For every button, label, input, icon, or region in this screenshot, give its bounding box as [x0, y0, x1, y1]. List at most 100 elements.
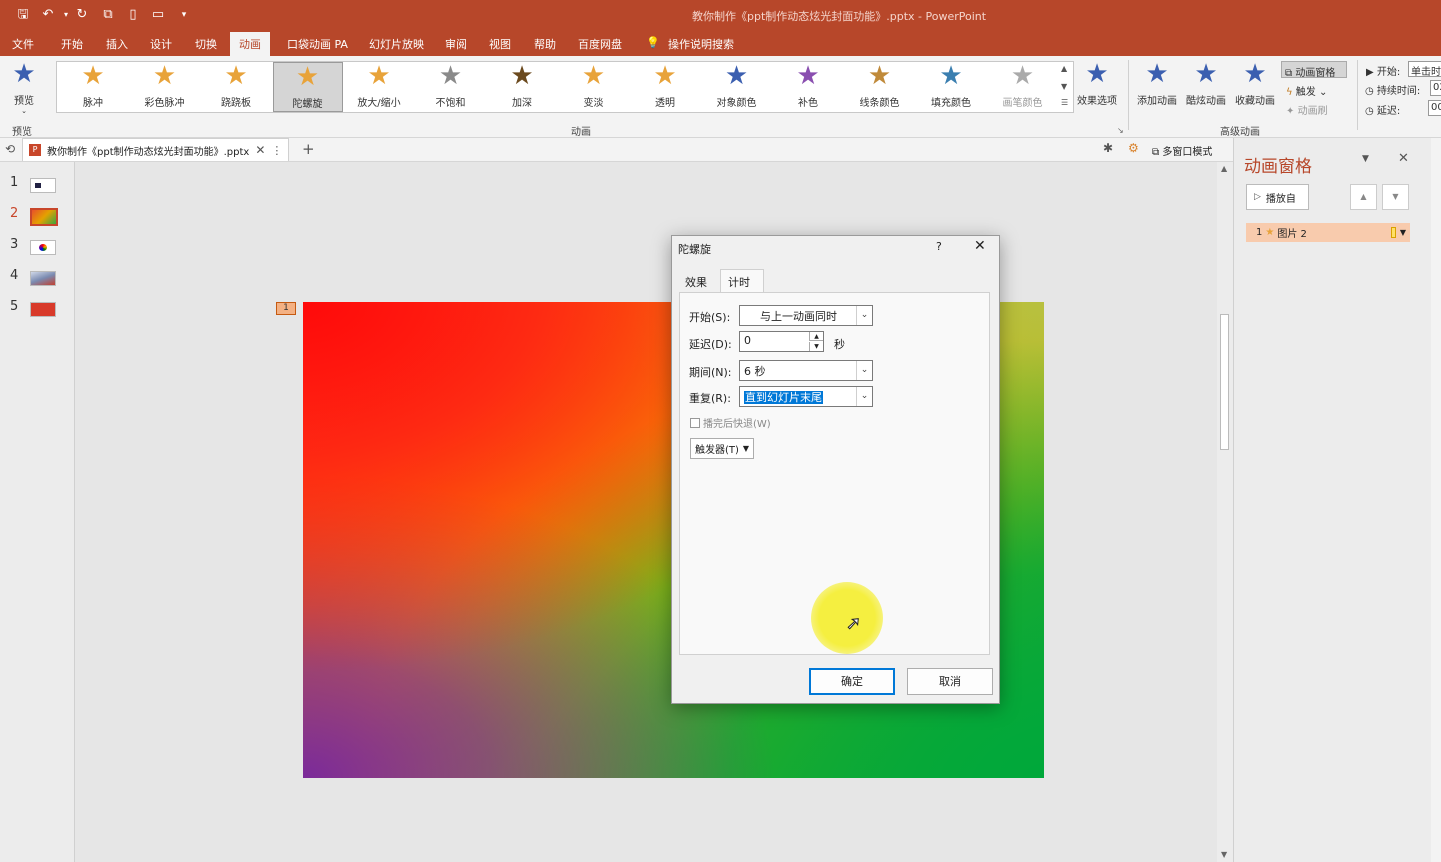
new-tab-icon[interactable]: +	[302, 140, 315, 158]
save-icon[interactable]: 🖫	[15, 7, 31, 23]
slideshow-start-icon[interactable]: ⧉	[100, 7, 116, 23]
redo-icon[interactable]: ↻	[74, 7, 90, 23]
settings-icon[interactable]: ⚙	[1128, 141, 1139, 155]
close-tab-icon[interactable]: ✕	[255, 143, 265, 157]
multi-window-button[interactable]: ⧉ 多窗口模式	[1152, 143, 1212, 158]
delay-unit: 秒	[834, 338, 845, 351]
move-down-icon[interactable]: ▼	[1382, 184, 1409, 210]
start-select[interactable]: 单击时	[1408, 61, 1441, 78]
animation-gallery-item[interactable]: ★ 填充颜色	[916, 62, 986, 112]
slide-thumbnail-3[interactable]	[30, 240, 56, 255]
ok-button[interactable]: 确定	[809, 668, 895, 695]
tab-animations[interactable]: 动画	[230, 32, 270, 58]
animation-gallery-item[interactable]: ★ 线条颜色	[845, 62, 915, 112]
tab-help[interactable]: 帮助	[534, 36, 556, 52]
document-tab[interactable]: P 教你制作《ppt制作动态炫光封面功能》.pptx ✕ ⋮	[22, 138, 290, 161]
tab-more-icon[interactable]: ⋮	[271, 144, 282, 157]
animation-gallery-item[interactable]: ★ 彩色脉冲	[130, 62, 200, 112]
animation-star-icon: ★	[438, 61, 463, 91]
tab-file[interactable]: 文件	[12, 36, 34, 52]
tab-view[interactable]: 视图	[489, 36, 511, 52]
tab-design[interactable]: 设计	[150, 36, 172, 52]
tab-list-icon[interactable]: ⟲	[5, 142, 15, 156]
tab-review[interactable]: 审阅	[445, 36, 467, 52]
gallery-scroll-down-icon[interactable]: ▼	[1061, 82, 1067, 91]
scroll-up-icon[interactable]: ▲	[1221, 164, 1227, 173]
scroll-thumb[interactable]	[1220, 314, 1229, 450]
add-animation-button[interactable]: ★ 添加动画	[1134, 60, 1180, 112]
mouse-cursor-icon: ➚	[845, 613, 862, 635]
tab-home[interactable]: 开始	[61, 36, 83, 52]
spinner-up-icon[interactable]: ▲	[809, 332, 823, 341]
animation-gallery-item[interactable]: ★ 加深	[487, 62, 557, 112]
move-up-icon[interactable]: ▲	[1350, 184, 1377, 210]
tab-pocket-animation[interactable]: 口袋动画 PA	[287, 36, 348, 52]
slide-thumbnail-2[interactable]	[30, 208, 58, 226]
customize-icon[interactable]: ▾	[176, 7, 192, 23]
spinner-down-icon[interactable]: ▼	[809, 342, 823, 351]
animation-gallery-item[interactable]: ★ 不饱和	[416, 62, 486, 112]
animation-star-icon: ★	[81, 61, 105, 91]
trigger-button[interactable]: 触发器(T) ▼	[690, 438, 755, 459]
lightning-icon: ϟ	[1286, 87, 1293, 98]
animation-gallery-item[interactable]: ★ 脉冲	[58, 62, 128, 112]
tab-baidu-netdisk[interactable]: 百度网盘	[578, 36, 622, 52]
animation-gallery-item[interactable]: ★ 跷跷板	[201, 62, 271, 112]
animation-order-tag[interactable]: 1	[276, 302, 296, 315]
dialog-launcher-icon[interactable]: ↘	[1117, 126, 1124, 135]
delay-spinner[interactable]: 0 ▲ ▼	[739, 331, 824, 352]
tab-slideshow[interactable]: 幻灯片放映	[369, 36, 424, 52]
animation-star-icon: ★	[367, 61, 391, 91]
tab-insert[interactable]: 插入	[106, 36, 128, 52]
dialog-close-icon[interactable]: ✕	[974, 238, 986, 254]
duration-input[interactable]: 02	[1430, 80, 1441, 96]
start-select[interactable]: 与上一动画同时 ⌄	[739, 305, 873, 326]
pane-options-icon[interactable]: ▼	[1362, 154, 1369, 164]
tab-effect[interactable]: 效果	[685, 274, 707, 290]
animation-gallery-item[interactable]: ★ 变淡	[559, 62, 629, 112]
tell-me-search[interactable]: 操作说明搜索	[668, 36, 734, 52]
pin-icon[interactable]: ✱	[1103, 141, 1113, 155]
gallery-scroll-up-icon[interactable]: ▲	[1061, 64, 1067, 73]
rewind-checkbox[interactable]	[690, 417, 700, 428]
animation-gallery-item[interactable]: ★ 画笔颜色	[988, 62, 1058, 112]
period-select[interactable]: 6 秒 ⌄	[739, 360, 873, 381]
gallery-expand-icon[interactable]: ☰	[1061, 98, 1068, 107]
cancel-button[interactable]: 取消	[907, 668, 993, 695]
animation-gallery-item[interactable]: ★ 对象颜色	[702, 62, 772, 112]
canvas-vertical-scrollbar[interactable]: ▲ ▼	[1217, 162, 1233, 862]
animation-painter-button[interactable]: ✦ 动画刷	[1286, 102, 1328, 117]
favorite-animation-button[interactable]: ★ 收藏动画	[1232, 60, 1278, 112]
cool-animation-button[interactable]: ★ 酷炫动画	[1183, 60, 1229, 112]
animation-list-item[interactable]: 1 ★ 图片 2 ▼	[1246, 223, 1410, 242]
animation-pane-button[interactable]: ⧉ 动画窗格	[1281, 61, 1347, 79]
rewind-checkbox-row[interactable]: 播完后快退(W)	[690, 415, 771, 430]
animation-gallery-item[interactable]: ★ 补色	[773, 62, 843, 112]
slide-thumbnail-4[interactable]	[30, 271, 56, 286]
undo-icon[interactable]: ↶	[40, 7, 56, 23]
undo-dropdown-icon[interactable]: ▾	[58, 7, 74, 23]
chevron-down-icon: ⌄	[856, 361, 872, 380]
trigger-button[interactable]: ϟ 触发 ⌄	[1286, 83, 1327, 98]
new-icon[interactable]: ▯	[125, 7, 141, 23]
preview-button[interactable]: ★ 预览 ⌄	[6, 60, 42, 115]
pane-close-icon[interactable]: ✕	[1398, 151, 1409, 166]
repeat-select[interactable]: 直到幻灯片末尾 ⌄	[739, 386, 873, 407]
help-icon[interactable]: ?	[936, 240, 942, 253]
ribbon-divider	[1128, 60, 1129, 130]
animation-gallery-item[interactable]: ★ 放大/缩小	[344, 62, 414, 112]
item-dropdown-icon[interactable]: ▼	[1400, 228, 1406, 237]
open-icon[interactable]: ▭	[150, 7, 166, 23]
scroll-down-icon[interactable]: ▼	[1221, 850, 1227, 859]
play-from-button[interactable]: ▷ 播放自	[1246, 184, 1309, 210]
slide-thumbnail-1[interactable]	[30, 178, 56, 193]
delay-input[interactable]: 00	[1428, 100, 1441, 116]
tab-transitions[interactable]: 切换	[195, 36, 217, 52]
lightbulb-icon: 💡	[646, 36, 660, 49]
slide-thumbnail-5[interactable]	[30, 302, 56, 317]
animation-gallery-item[interactable]: ★ 透明	[630, 62, 700, 112]
animation-gallery-item[interactable]: ★ 陀螺旋	[272, 62, 343, 112]
effect-options-icon: ★	[1085, 59, 1109, 89]
effect-options-button[interactable]: ★ 效果选项	[1074, 60, 1120, 112]
tab-timing[interactable]: 计时	[720, 269, 764, 293]
